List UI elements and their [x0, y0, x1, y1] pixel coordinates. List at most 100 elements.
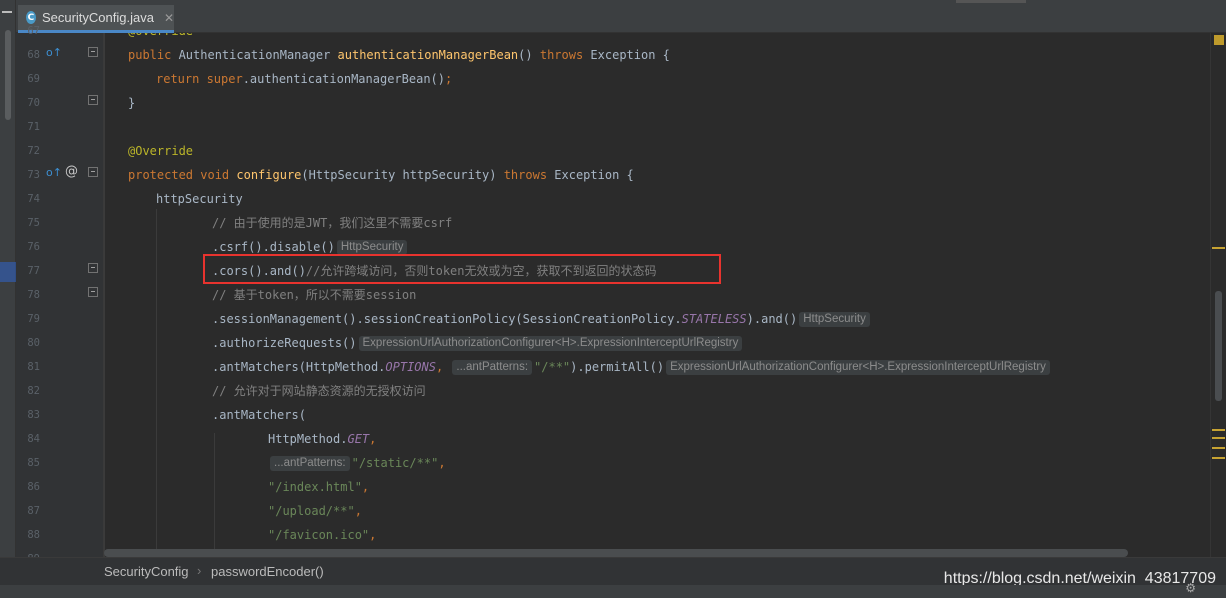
- code-line[interactable]: // 由于使用的是JWT，我们这里不需要csrf: [212, 211, 452, 235]
- parameter-hint: ...antPatterns:: [452, 360, 533, 375]
- menu-dash-icon[interactable]: [2, 11, 12, 13]
- parameter-hint: HttpSecurity: [336, 240, 408, 255]
- code-token: authenticationManagerBean: [337, 48, 519, 62]
- code-line[interactable]: ...antPatterns: "/static/**",: [268, 451, 446, 475]
- code-token: ,: [369, 528, 377, 542]
- code-token: protected void: [128, 168, 237, 182]
- breadcrumb-method[interactable]: passwordEncoder(): [211, 564, 324, 579]
- code-line[interactable]: .authorizeRequests() ExpressionUrlAuthori…: [212, 331, 744, 355]
- stripe-marker[interactable]: [1212, 429, 1225, 431]
- line-number: 86: [27, 481, 40, 493]
- fold-marker-70[interactable]: [88, 95, 98, 105]
- code-token: ,: [354, 504, 362, 518]
- code-token: ,: [438, 456, 446, 470]
- line-number: 77: [27, 265, 40, 277]
- code-line[interactable]: // 允许对于网站静态资源的无授权访问: [212, 379, 426, 403]
- fold-marker-68[interactable]: [88, 47, 98, 57]
- code-token: Exception {: [554, 168, 634, 182]
- code-token: // 基于token，所以不需要session: [212, 288, 417, 302]
- stripe-marker[interactable]: [1212, 447, 1225, 449]
- override-gutter-icon-73[interactable]: o↑: [46, 167, 62, 179]
- highlight-box: [203, 254, 721, 284]
- code-line[interactable]: }: [128, 91, 135, 115]
- code-line[interactable]: "/upload/**",: [268, 499, 362, 523]
- code-editor[interactable]: @Override public AuthenticationManager au…: [104, 33, 1210, 557]
- code-token: "/upload/**": [268, 504, 355, 518]
- fold-marker-77[interactable]: [88, 263, 98, 273]
- code-token: @Override: [128, 144, 194, 158]
- indent-guide: [214, 433, 215, 557]
- code-token: (): [518, 48, 540, 62]
- code-token: ,: [435, 360, 451, 374]
- stripe-marker[interactable]: [1212, 247, 1225, 249]
- code-token: public: [128, 48, 179, 62]
- line-number: 85: [27, 457, 40, 469]
- code-line[interactable]: @Override: [128, 33, 193, 43]
- code-token: AuthenticationManager: [178, 48, 338, 62]
- code-token: Exception {: [590, 48, 670, 62]
- code-token: @Override: [128, 33, 193, 38]
- stripe-marker[interactable]: [1212, 437, 1225, 439]
- override-gutter-icon-68[interactable]: o↑: [46, 47, 62, 59]
- line-number: 80: [27, 337, 40, 349]
- code-line[interactable]: HttpMethod.GET,: [268, 427, 376, 451]
- code-token: "/**": [534, 360, 571, 374]
- horizontal-scrollbar[interactable]: [104, 549, 1128, 557]
- code-line[interactable]: .sessionManagement().sessionCreationPoli…: [212, 307, 872, 331]
- code-token: GET: [347, 432, 370, 446]
- vertical-scroll-thumb[interactable]: [1215, 291, 1222, 401]
- code-token: throws: [539, 48, 591, 62]
- line-number: 79: [27, 313, 40, 325]
- error-stripe[interactable]: [1210, 33, 1226, 557]
- code-token: // 由于使用的是JWT，我们这里不需要csrf: [212, 216, 453, 230]
- code-line[interactable]: .antMatchers(HttpMethod.OPTIONS, ...antP…: [212, 355, 1052, 379]
- fold-marker-73[interactable]: [88, 167, 98, 177]
- line-number: 87: [27, 505, 40, 517]
- code-token: }: [128, 96, 136, 110]
- left-scroll-thumb[interactable]: [5, 30, 11, 120]
- line-number: 82: [27, 385, 40, 397]
- line-number: 75: [27, 217, 40, 229]
- code-token: httpSecurity: [156, 192, 243, 206]
- tab-security-config[interactable]: C SecurityConfig.java ✕: [18, 5, 174, 33]
- parameter-hint: ExpressionUrlAuthorizationConfigurer<H>.…: [666, 360, 1050, 375]
- parameter-hint: ExpressionUrlAuthorizationConfigurer<H>.…: [358, 336, 743, 351]
- fold-marker-78[interactable]: [88, 287, 98, 297]
- parameter-hint: ...antPatterns:: [270, 456, 350, 471]
- line-number: 71: [27, 121, 40, 133]
- indent-guide: [156, 209, 157, 557]
- code-token: HttpMethod.: [268, 432, 348, 446]
- gear-icon[interactable]: ⚙: [1185, 581, 1196, 595]
- editor-tab-bar: C SecurityConfig.java ✕: [16, 0, 1226, 33]
- code-token: .authenticationManagerBean(): [242, 72, 445, 86]
- code-token: "/static/**": [351, 456, 439, 470]
- code-token: "/favicon.ico": [268, 528, 370, 542]
- code-line[interactable]: httpSecurity: [156, 187, 243, 211]
- code-token: .csrf().disable(): [212, 240, 335, 254]
- line-number: 74: [27, 193, 40, 205]
- close-icon[interactable]: ✕: [164, 11, 174, 25]
- line-number: 67: [27, 25, 40, 37]
- breadcrumb-class[interactable]: SecurityConfig: [104, 564, 189, 579]
- tab-label: SecurityConfig.java: [41, 10, 154, 25]
- code-line[interactable]: // 基于token，所以不需要session: [212, 283, 416, 307]
- code-line[interactable]: public AuthenticationManager authenticat…: [128, 43, 670, 67]
- tab-bar-scroll-thumb[interactable]: [956, 0, 1026, 3]
- code-token: ).and(): [746, 312, 798, 326]
- code-token: .sessionManagement().sessionCreationPoli…: [212, 312, 682, 326]
- annotation-gutter-icon[interactable]: @: [65, 165, 78, 178]
- code-line[interactable]: protected void configure(HttpSecurity ht…: [128, 163, 634, 187]
- caret-line-marker: [0, 262, 16, 282]
- code-line[interactable]: return super.authenticationManagerBean()…: [156, 67, 452, 91]
- code-line[interactable]: @Override: [128, 139, 193, 163]
- stripe-marker[interactable]: [1212, 457, 1225, 459]
- code-line[interactable]: "/index.html",: [268, 475, 369, 499]
- code-line[interactable]: .antMatchers(: [212, 403, 306, 427]
- code-token: ,: [361, 480, 370, 494]
- code-token: ;: [445, 72, 453, 86]
- inspection-status-icon[interactable]: [1214, 35, 1224, 45]
- code-line[interactable]: "/favicon.ico",: [268, 523, 376, 547]
- line-number: 84: [27, 433, 40, 445]
- line-number: 81: [27, 361, 40, 373]
- line-number: 70: [27, 97, 40, 109]
